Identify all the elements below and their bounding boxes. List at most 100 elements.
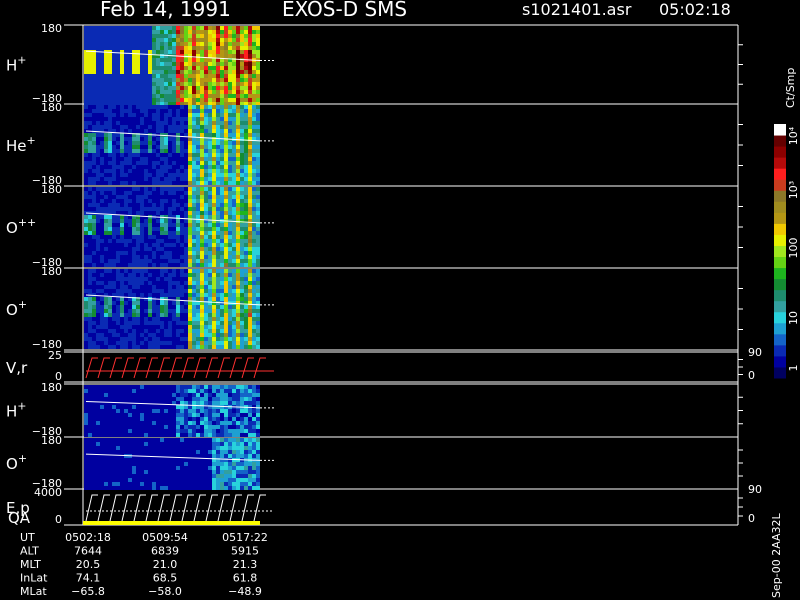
spectrogram-cell <box>104 117 108 121</box>
spectrogram-cell <box>172 141 176 145</box>
spectrogram-cell <box>188 337 192 341</box>
spectrogram-cell <box>256 293 260 297</box>
spectrogram-cell <box>92 219 96 223</box>
spectrogram-cell <box>216 117 220 121</box>
colorbar-swatch <box>774 267 786 280</box>
spectrogram-cell <box>136 177 140 181</box>
spectrogram-cell <box>104 285 108 289</box>
spectrogram-cell <box>200 223 204 227</box>
spectrogram-cell <box>132 187 136 191</box>
spectrogram-cell <box>124 169 128 173</box>
spectrogram-cell <box>168 482 172 486</box>
spectrogram-cell <box>200 181 204 185</box>
spectrogram-cell <box>248 438 252 442</box>
spectrogram-cell <box>216 263 220 267</box>
spectrogram-cell <box>164 417 168 421</box>
footer-value: 61.8 <box>233 572 258 585</box>
spectrogram-cell <box>240 466 244 470</box>
spectrogram-cell <box>248 113 252 117</box>
spectrogram-cell <box>188 486 192 490</box>
spectrogram-cell <box>160 227 164 231</box>
right-max-tick: 90 <box>748 483 762 496</box>
spectrogram-cell <box>116 70 120 74</box>
spectrogram-cell <box>112 137 116 141</box>
spectrogram-cell <box>204 462 208 466</box>
spectrogram-cell <box>188 433 192 437</box>
spectrogram-cell <box>92 413 96 417</box>
colorbar-swatch <box>774 245 786 258</box>
spectrogram-cell <box>168 137 172 141</box>
spectrogram-cell <box>84 113 88 117</box>
spectrogram-cell <box>104 195 108 199</box>
spectrogram-cell <box>112 46 116 50</box>
spectrogram-cell <box>216 203 220 207</box>
spectrogram-cell <box>124 141 128 145</box>
spectrogram-cell <box>236 474 240 478</box>
spectrogram-cell <box>244 129 248 133</box>
spectrogram-cell <box>84 255 88 259</box>
spectrogram-cell <box>216 305 220 309</box>
spectrogram-cell <box>188 325 192 329</box>
spectrogram-cell <box>168 478 172 482</box>
spectrogram-cell <box>192 446 196 450</box>
spectrogram-cell <box>152 34 156 38</box>
spectrogram-cell <box>208 165 212 169</box>
colorbar-tick-label: 10³ <box>787 181 800 199</box>
spectrogram-cell <box>204 429 208 433</box>
spectrogram-cell <box>140 113 144 117</box>
spectrogram-cell <box>208 433 212 437</box>
spectrogram-cell <box>160 50 164 54</box>
spectrogram-cell <box>184 293 188 297</box>
spectrogram-cell <box>84 243 88 247</box>
spectrogram-cell <box>196 345 200 349</box>
spectrogram-cell <box>124 173 128 177</box>
spectrogram-cell <box>104 74 108 78</box>
spectrogram-cell <box>120 145 124 149</box>
spectrogram-cell <box>228 74 232 78</box>
spectrogram-cell <box>248 195 252 199</box>
spectrogram-cell <box>84 273 88 277</box>
spectrogram-cell <box>92 215 96 219</box>
spectrogram-cell <box>164 94 168 98</box>
spectrogram-cell <box>244 263 248 267</box>
spectrogram-cell <box>216 54 220 58</box>
spectrogram-cell <box>184 125 188 129</box>
spectrogram-cell <box>228 34 232 38</box>
spectrogram-cell <box>232 181 236 185</box>
spectrogram-cell <box>252 30 256 34</box>
spectrogram-cell <box>248 187 252 191</box>
spectrogram-cell <box>216 149 220 153</box>
spectrogram-cell <box>236 345 240 349</box>
spectrogram-cell <box>192 38 196 42</box>
spectrogram-cell <box>140 30 144 34</box>
spectrogram-cell <box>180 30 184 34</box>
spectrogram-cell <box>128 169 132 173</box>
spectrogram-cell <box>84 38 88 42</box>
spectrogram-cell <box>176 26 180 30</box>
spectrogram-cell <box>244 94 248 98</box>
spectrogram-cell <box>256 486 260 490</box>
spectrogram-cell <box>180 137 184 141</box>
panel-label-superscript: ++ <box>18 216 36 229</box>
spectrogram-cell <box>128 62 132 66</box>
spectrogram-cell <box>212 313 216 317</box>
spectrogram-cell <box>116 46 120 50</box>
spectrogram-cell <box>112 405 116 409</box>
spectrogram-cell <box>184 333 188 337</box>
spectrogram-cell <box>140 433 144 437</box>
spectrogram-cell <box>228 30 232 34</box>
spectrogram-cell <box>152 90 156 94</box>
spectrogram-cell <box>248 474 252 478</box>
spectrogram-cell <box>256 42 260 46</box>
spectrogram-cell <box>156 421 160 425</box>
spectrogram-cell <box>216 195 220 199</box>
spectrogram-cell <box>188 34 192 38</box>
spectrogram-cell <box>196 98 200 102</box>
spectrogram-cell <box>104 145 108 149</box>
spectrogram-cell <box>176 405 180 409</box>
spectrogram-cell <box>168 281 172 285</box>
spectrogram-cell <box>200 169 204 173</box>
spectrogram-cell <box>116 94 120 98</box>
spectrogram-cell <box>144 429 148 433</box>
spectrogram-cell <box>200 82 204 86</box>
